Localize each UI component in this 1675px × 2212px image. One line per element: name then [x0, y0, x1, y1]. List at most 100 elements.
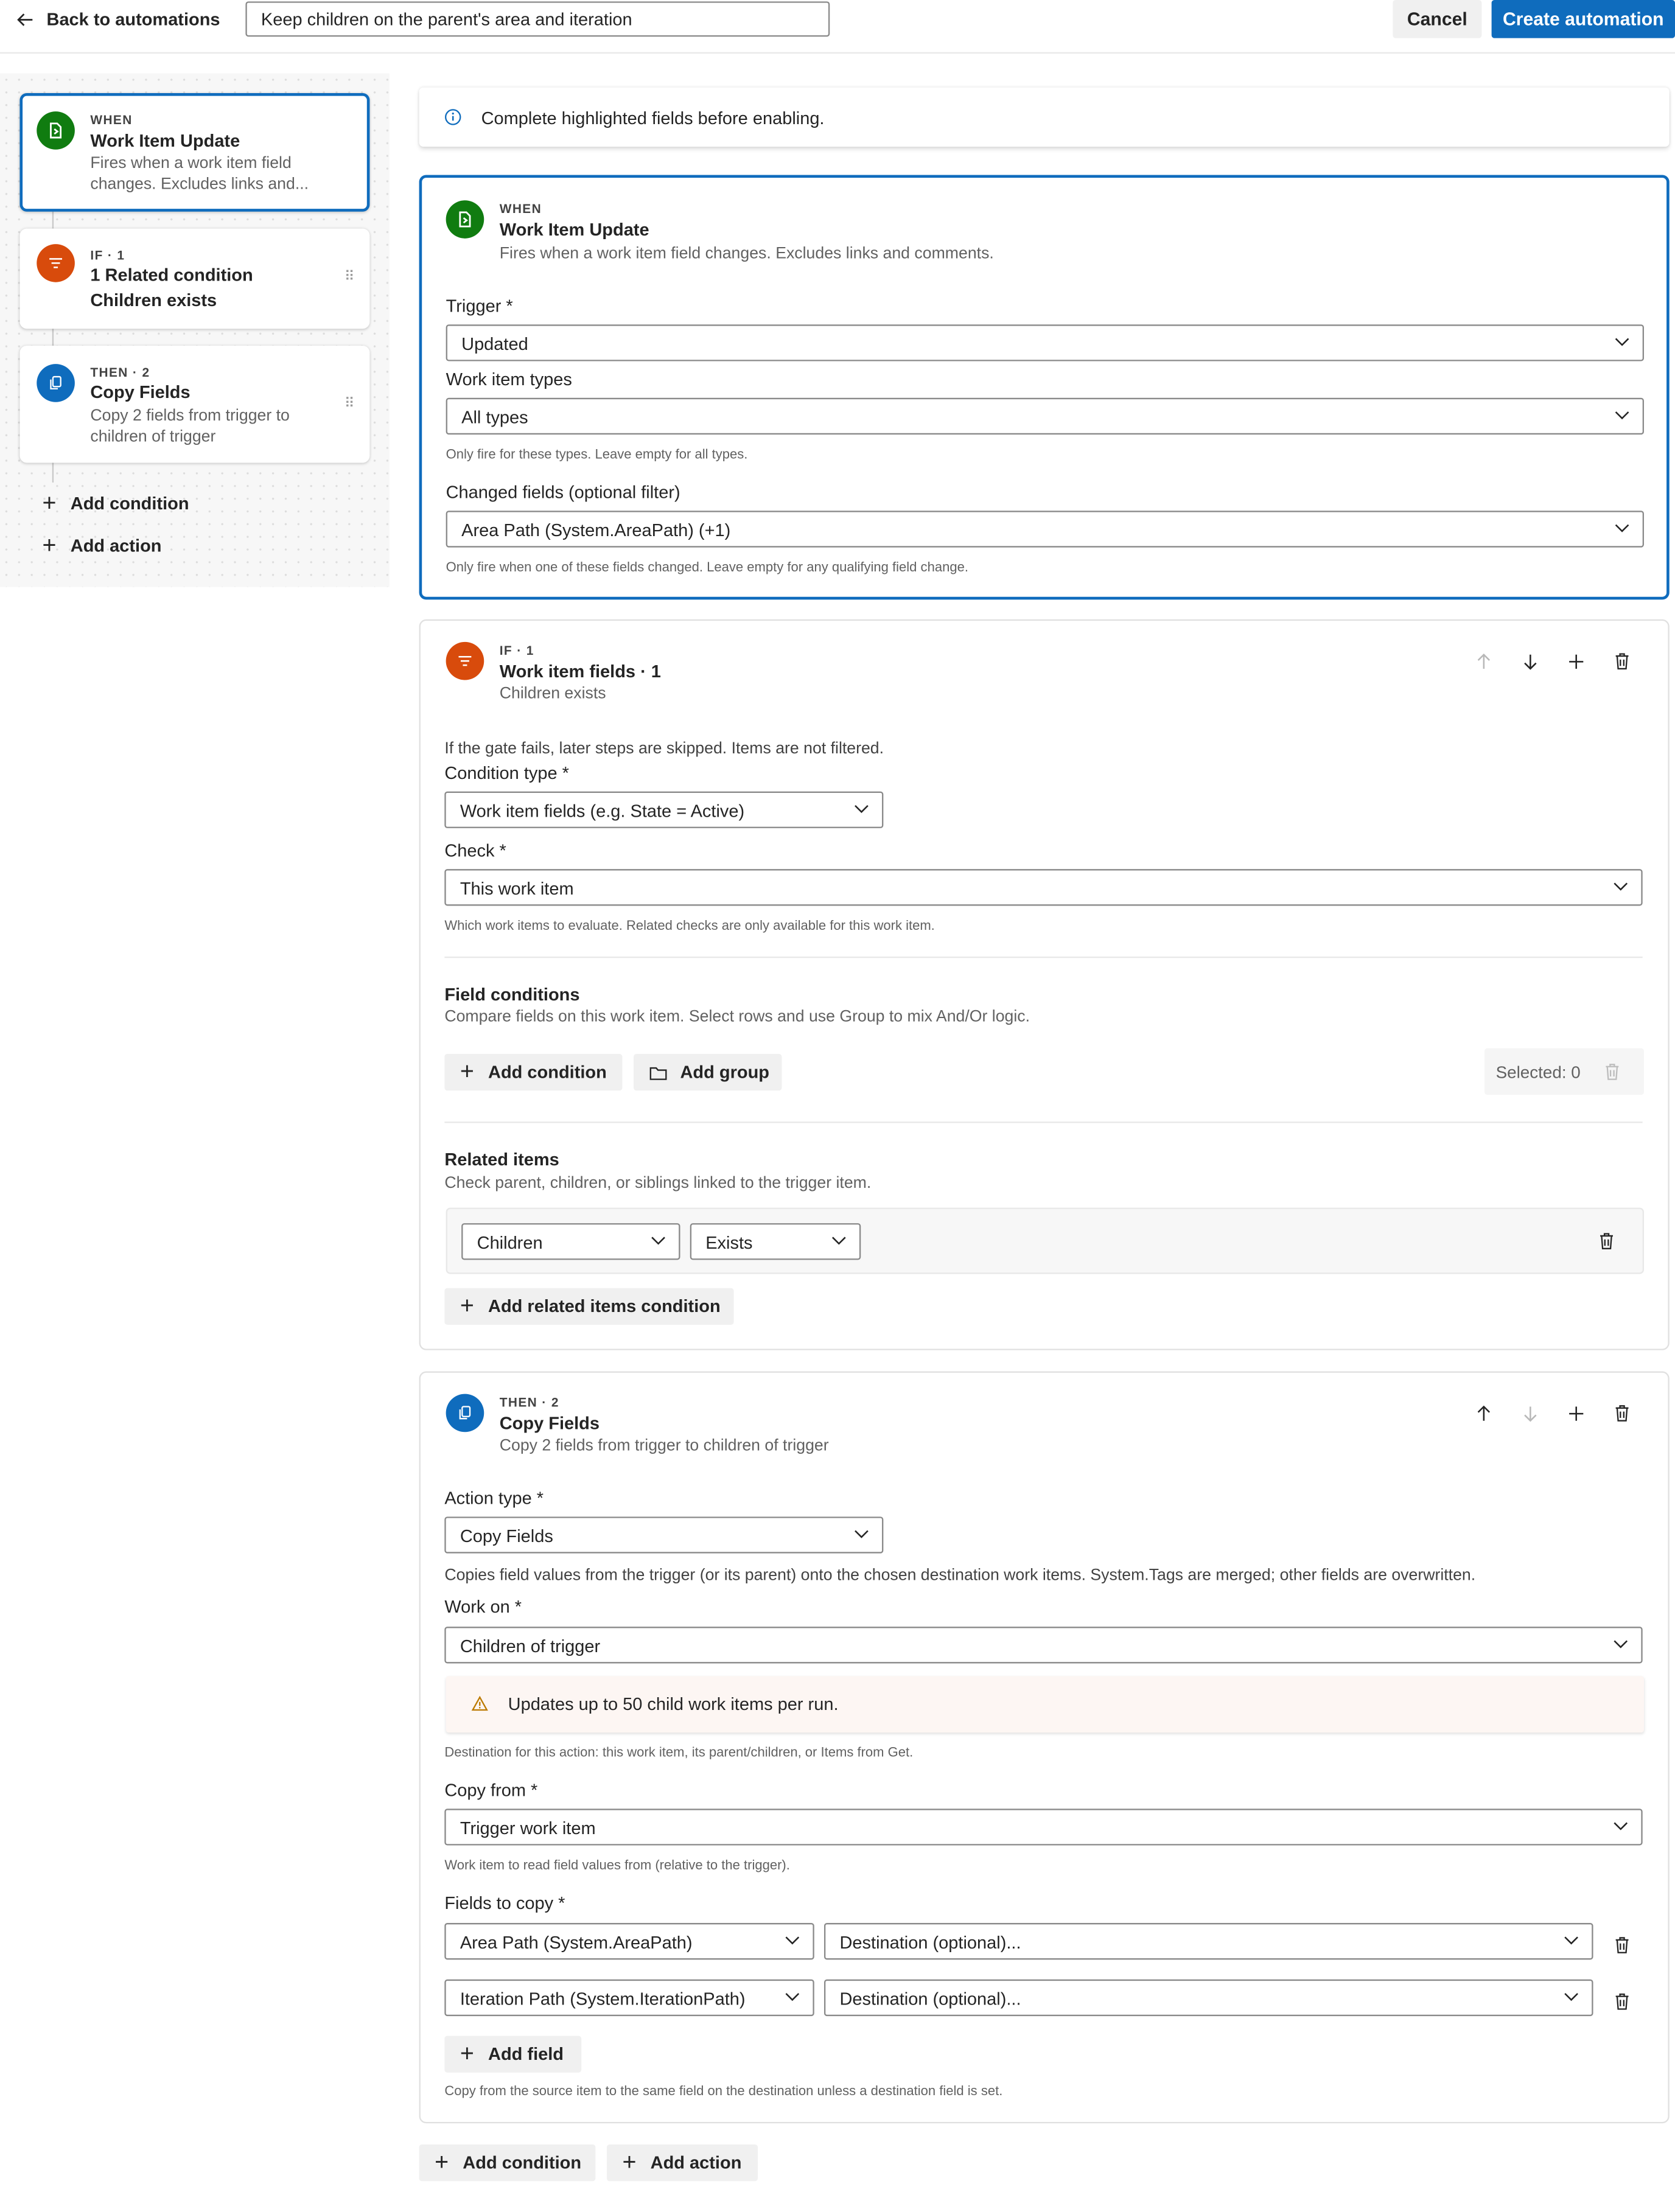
gate-note: If the gate fails, later steps are skipp… — [444, 741, 884, 758]
operator-value: Exists — [705, 1233, 753, 1253]
add-condition-label: Add condition — [463, 2152, 582, 2173]
cancel-button[interactable]: Cancel — [1393, 0, 1482, 38]
work-item-types-help: Only fire for these types. Leave empty f… — [446, 447, 748, 463]
work-on-help: Destination for this action: this work i… — [444, 1745, 914, 1761]
filter-icon — [446, 641, 484, 680]
action-type-select[interactable]: Copy Fields — [444, 1516, 884, 1554]
info-icon — [445, 109, 461, 125]
delete-field-icon[interactable] — [1614, 1936, 1630, 1954]
plus-icon: + — [460, 2040, 474, 2067]
warning-icon — [471, 1695, 488, 1711]
move-up-icon[interactable] — [1476, 1405, 1492, 1422]
chevron-down-icon — [1564, 1936, 1578, 1945]
add-related-label: Add related items condition — [488, 1296, 721, 1317]
card-kicker: THEN · 2 — [499, 1395, 559, 1410]
related-items-subtitle: Check parent, children, or siblings link… — [444, 1175, 872, 1193]
sidebar-add-action-button[interactable]: + Add action — [43, 533, 162, 557]
chevron-down-icon — [1564, 1993, 1578, 2001]
related-items-title: Related items — [444, 1150, 559, 1170]
condition-type-select[interactable]: Work item fields (e.g. State = Active) — [444, 791, 884, 828]
add-step-icon[interactable] — [1568, 653, 1585, 670]
step-kicker: WHEN — [90, 113, 133, 127]
delete-icon[interactable] — [1614, 652, 1630, 670]
move-down-icon[interactable] — [1523, 653, 1539, 670]
add-related-items-condition-button[interactable]: + Add related items condition — [444, 1288, 734, 1325]
step-kicker: THEN · 2 — [90, 365, 150, 380]
add-condition-button[interactable]: + Add condition — [444, 1053, 623, 1091]
create-automation-button[interactable]: Create automation — [1491, 0, 1675, 38]
relation-select[interactable]: Children — [461, 1223, 680, 1260]
card-kicker: WHEN — [499, 201, 542, 216]
chevron-down-icon — [1615, 411, 1629, 420]
card-title: Work item fields · 1 — [499, 661, 661, 682]
step-subtitle: Copy 2 fields from trigger to — [90, 408, 290, 425]
trigger-icon — [446, 200, 484, 239]
card-subtitle: Copy 2 fields from trigger to children o… — [499, 1437, 829, 1455]
work-item-types-select[interactable]: All types — [446, 397, 1645, 435]
add-group-label: Add group — [680, 1062, 769, 1083]
fields-to-copy-label: Fields to copy * — [444, 1893, 565, 1913]
step-subtitle: changes. Excludes links and... — [90, 176, 309, 194]
chevron-down-icon — [651, 1237, 665, 1245]
chevron-down-icon — [1614, 1822, 1628, 1830]
add-step-icon[interactable] — [1568, 1405, 1585, 1422]
add-action-label: Add action — [70, 536, 162, 556]
delete-related-icon[interactable] — [1599, 1232, 1615, 1250]
check-select[interactable]: This work item — [444, 869, 1643, 906]
card-subtitle: Children exists — [499, 685, 606, 703]
footer-add-condition-button[interactable]: + Add condition — [419, 2144, 596, 2182]
delete-selected-icon[interactable] — [1604, 1062, 1620, 1081]
check-label: Check * — [444, 840, 506, 861]
action-type-value: Copy Fields — [460, 1526, 553, 1547]
drag-handle-icon[interactable]: ⠿ — [344, 270, 355, 285]
chevron-down-icon — [1615, 338, 1629, 346]
sidebar-step-when[interactable]: WHEN Work Item Update Fires when a work … — [19, 93, 370, 212]
card-title: Work Item Update — [499, 220, 649, 240]
chevron-down-icon — [855, 1530, 869, 1538]
move-up-icon[interactable] — [1476, 653, 1492, 670]
step-title: 1 Related condition — [90, 265, 253, 285]
drag-handle-icon[interactable]: ⠿ — [344, 396, 355, 412]
destination-field-select[interactable]: Destination (optional)... — [824, 1923, 1593, 1960]
chevron-down-icon — [831, 1237, 846, 1245]
fields-help: Copy from the source item to the same fi… — [444, 2084, 1003, 2099]
copy-from-select[interactable]: Trigger work item — [444, 1809, 1643, 1846]
plus-icon: + — [460, 1058, 474, 1085]
destination-field-value: Destination (optional)... — [839, 1989, 1021, 2009]
related-items-row: Children Exists — [446, 1207, 1645, 1274]
card-title: Copy Fields — [499, 1414, 600, 1434]
chevron-down-icon — [1614, 1640, 1628, 1649]
footer-add-action-button[interactable]: + Add action — [606, 2144, 758, 2182]
plus-icon: + — [435, 2149, 449, 2176]
trigger-select[interactable]: Updated — [446, 324, 1645, 361]
then-card: THEN · 2 Copy Fields Copy 2 fields from … — [419, 1371, 1670, 2124]
chevron-down-icon — [1615, 524, 1629, 532]
sidebar-step-then[interactable]: THEN · 2 Copy Fields Copy 2 fields from … — [19, 346, 370, 463]
selected-count: Selected: 0 — [1495, 1062, 1581, 1083]
source-field-select[interactable]: Iteration Path (System.IterationPath) — [444, 1979, 814, 2017]
source-field-select[interactable]: Area Path (System.AreaPath) — [444, 1923, 814, 1960]
operator-select[interactable]: Exists — [690, 1223, 861, 1260]
sidebar-add-condition-button[interactable]: + Add condition — [42, 489, 189, 517]
move-down-icon[interactable] — [1523, 1405, 1539, 1422]
changed-fields-label: Changed fields (optional filter) — [446, 482, 680, 503]
add-condition-label: Add condition — [70, 494, 189, 514]
work-on-select[interactable]: Children of trigger — [444, 1627, 1643, 1664]
step-subtitle: children of trigger — [90, 428, 216, 446]
automation-name-input[interactable] — [245, 1, 830, 37]
delete-field-icon[interactable] — [1614, 1992, 1630, 2011]
add-field-button[interactable]: + Add field — [444, 2036, 582, 2073]
back-to-automations-link[interactable]: Back to automations — [17, 9, 220, 31]
destination-field-value: Destination (optional)... — [839, 1933, 1021, 1953]
sidebar-step-if[interactable]: IF · 1 1 Related condition Children exis… — [19, 228, 370, 329]
destination-field-select[interactable]: Destination (optional)... — [824, 1979, 1593, 2017]
arrow-left-icon — [17, 13, 33, 26]
relation-value: Children — [477, 1233, 543, 1253]
plus-icon: + — [42, 489, 57, 517]
changed-fields-select[interactable]: Area Path (System.AreaPath) (+1) — [446, 511, 1645, 548]
changed-fields-help: Only fire when one of these fields chang… — [446, 560, 968, 576]
back-label: Back to automations — [46, 10, 220, 30]
add-condition-label: Add condition — [488, 1062, 607, 1083]
add-group-button[interactable]: Add group — [633, 1053, 782, 1091]
delete-icon[interactable] — [1614, 1404, 1630, 1422]
